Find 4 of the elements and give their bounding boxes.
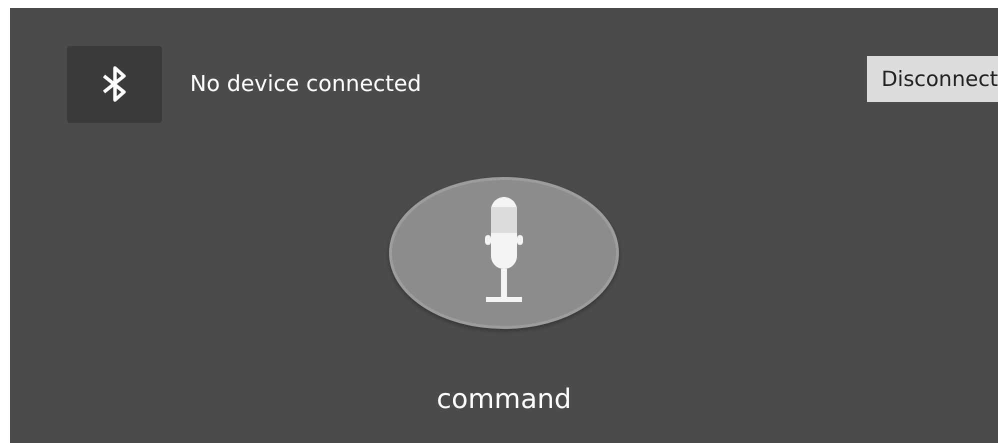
bluetooth-tile[interactable] bbox=[67, 46, 162, 122]
disconnect-button[interactable]: Disconnect bbox=[867, 56, 998, 102]
voice-command-label: command bbox=[436, 384, 572, 415]
connection-status: No device connected bbox=[190, 72, 422, 96]
